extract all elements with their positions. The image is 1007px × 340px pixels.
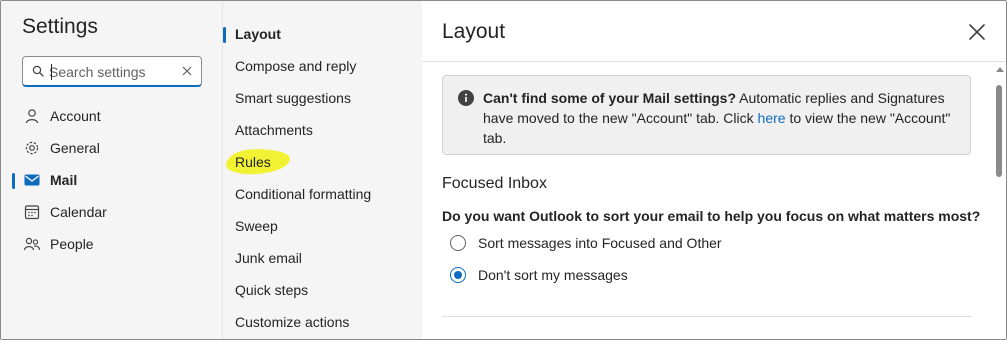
settings-title: Settings: [22, 15, 98, 38]
radio-label: Sort messages into Focused and Other: [478, 235, 722, 251]
calendar-icon: [23, 203, 41, 221]
subnav-item-label: Rules: [235, 154, 271, 170]
subnav-item-junk-email[interactable]: Junk email: [223, 242, 423, 274]
settings-content-pane: Layout Can't find some of your Mail sett…: [422, 1, 1006, 339]
subnav-item-customize-actions[interactable]: Customize actions: [223, 306, 423, 338]
scroll-up-arrow-icon[interactable]: [996, 67, 1004, 72]
mail-settings-subnav: Layout Compose and reply Smart suggestio…: [222, 1, 423, 339]
section-divider: [442, 316, 971, 317]
vertical-scrollbar[interactable]: [993, 63, 1006, 339]
nav-item-mail[interactable]: Mail: [1, 164, 222, 196]
subnav-item-attachments[interactable]: Attachments: [223, 114, 423, 146]
info-message: Can't find some of your Mail settings? A…: [483, 88, 963, 148]
header-divider: [422, 61, 1006, 62]
search-icon: [32, 65, 44, 77]
focused-inbox-heading: Focused Inbox: [442, 175, 547, 192]
radio-button[interactable]: [450, 235, 466, 251]
gear-icon: [23, 139, 41, 157]
nav-item-label: Calendar: [50, 204, 107, 220]
subnav-item-sweep[interactable]: Sweep: [223, 210, 423, 242]
people-icon: [23, 235, 41, 253]
nav-item-general[interactable]: General: [1, 132, 222, 164]
search-box[interactable]: [22, 56, 202, 87]
settings-sidebar: Settings Account: [1, 1, 222, 339]
nav-item-calendar[interactable]: Calendar: [1, 196, 222, 228]
nav-item-people[interactable]: People: [1, 228, 222, 260]
clear-icon[interactable]: [181, 65, 193, 77]
scroll-thumb[interactable]: [996, 85, 1002, 177]
subnav-item-label: Conditional formatting: [235, 186, 372, 202]
search-input[interactable]: [49, 62, 174, 82]
nav-item-label: People: [50, 236, 94, 252]
pane-title: Layout: [442, 20, 506, 43]
subnav-item-label: Attachments: [235, 122, 313, 138]
subnav-item-rules[interactable]: Rules: [223, 146, 423, 178]
subnav-item-label: Layout: [235, 26, 281, 42]
nav-item-label: Mail: [50, 172, 78, 188]
subnav-item-compose-and-reply[interactable]: Compose and reply: [223, 50, 423, 82]
here-link[interactable]: here: [758, 110, 786, 126]
nav-item-label: General: [50, 140, 100, 156]
subnav-item-label: Compose and reply: [235, 58, 357, 74]
subnav-item-layout[interactable]: Layout: [223, 18, 423, 50]
subnav-item-label: Quick steps: [235, 282, 309, 298]
radio-label: Don't sort my messages: [478, 267, 628, 283]
info-bold-text: Can't find some of your Mail settings?: [483, 90, 737, 106]
nav-item-account[interactable]: Account: [1, 100, 222, 132]
subnav-item-label: Sweep: [235, 218, 278, 234]
text-cursor: [51, 64, 52, 80]
subnav-item-smart-suggestions[interactable]: Smart suggestions: [223, 82, 423, 114]
radio-option-dont-sort[interactable]: Don't sort my messages: [450, 265, 628, 285]
category-nav: Account General Mail Calendar People: [1, 100, 222, 260]
subnav-item-label: Smart suggestions: [235, 90, 351, 106]
focused-inbox-question: Do you want Outlook to sort your email t…: [442, 208, 981, 224]
subnav-item-label: Customize actions: [235, 314, 350, 330]
nav-item-label: Account: [50, 108, 101, 124]
settings-dialog: Settings Account: [0, 0, 1007, 340]
subnav-item-conditional-formatting[interactable]: Conditional formatting: [223, 178, 423, 210]
close-icon[interactable]: [967, 22, 987, 42]
info-icon: [458, 90, 474, 106]
radio-button-selected[interactable]: [450, 267, 466, 283]
mail-icon: [23, 171, 41, 189]
subnav-item-quick-steps[interactable]: Quick steps: [223, 274, 423, 306]
subnav-item-label: Junk email: [235, 250, 302, 266]
person-icon: [23, 107, 41, 125]
info-banner: Can't find some of your Mail settings? A…: [442, 75, 971, 155]
radio-option-sort-focused[interactable]: Sort messages into Focused and Other: [450, 233, 722, 253]
